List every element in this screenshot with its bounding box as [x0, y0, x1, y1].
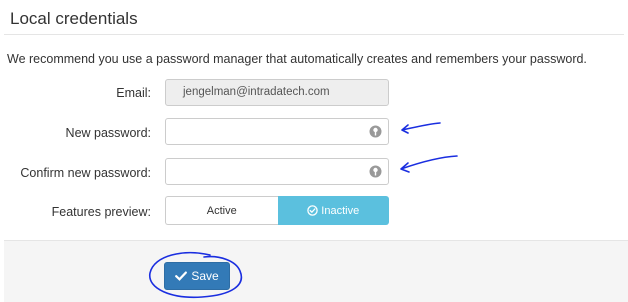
title-divider — [4, 34, 624, 35]
form-footer — [4, 240, 628, 302]
email-label: Email: — [116, 86, 151, 100]
new-password-label: New password: — [65, 126, 151, 140]
features-preview-toggle: Active Inactive — [165, 196, 389, 225]
key-icon[interactable] — [369, 125, 382, 138]
features-inactive-label: Inactive — [321, 204, 360, 217]
check-circle-icon — [307, 205, 319, 216]
confirm-password-field[interactable] — [165, 158, 389, 185]
page-title: Local credentials — [10, 9, 138, 28]
intro-text: We recommend you use a password manager … — [7, 52, 587, 66]
hand-drawn-arrow-1 — [401, 122, 441, 134]
hand-drawn-circle — [149, 251, 243, 299]
hand-drawn-arrow-2 — [400, 155, 458, 173]
email-field: jengelman@intradatech.com — [165, 79, 389, 106]
features-active-label: Active — [206, 204, 237, 217]
features-inactive-option[interactable]: Inactive — [277, 196, 389, 225]
new-password-input[interactable] — [166, 119, 388, 144]
confirm-password-input[interactable] — [166, 159, 388, 184]
new-password-field[interactable] — [165, 118, 389, 145]
features-preview-label: Features preview: — [51, 205, 151, 219]
features-active-option[interactable]: Active — [165, 196, 278, 225]
key-icon[interactable] — [369, 165, 382, 178]
confirm-password-label: Confirm new password: — [20, 166, 151, 180]
email-value: jengelman@intradatech.com — [183, 86, 330, 98]
